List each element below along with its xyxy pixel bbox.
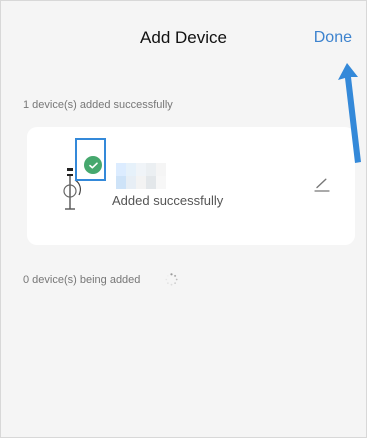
blurred-device-name xyxy=(116,163,166,189)
device-card[interactable]: Added successfully xyxy=(27,127,355,245)
adding-devices-label: 0 device(s) being added xyxy=(23,274,141,286)
page-title: Add Device xyxy=(140,28,227,47)
header: Add Device Done xyxy=(1,1,366,77)
checkmark-icon xyxy=(84,156,102,174)
edit-icon[interactable] xyxy=(313,177,331,193)
device-status: Added successfully xyxy=(112,193,224,208)
loading-spinner-icon xyxy=(165,273,178,286)
done-button[interactable]: Done xyxy=(314,27,352,49)
added-devices-label: 1 device(s) added successfully xyxy=(23,99,173,111)
add-device-screen: Add Device Done 1 device(s) added succes… xyxy=(0,0,367,438)
